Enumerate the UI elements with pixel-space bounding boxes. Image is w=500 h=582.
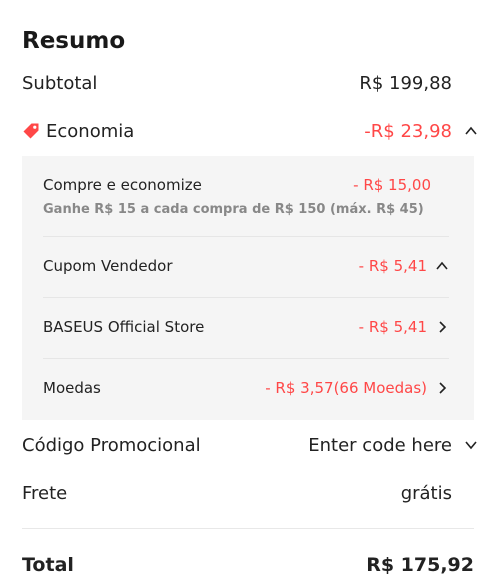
compre-economize-label: Compre e economize bbox=[43, 176, 202, 194]
total-value: R$ 175,92 bbox=[366, 554, 474, 576]
cupom-vendedor-row[interactable]: Cupom Vendedor - R$ 5,41 bbox=[43, 257, 449, 275]
store-coupon-row[interactable]: BASEUS Official Store - R$ 5,41 bbox=[43, 318, 449, 336]
cupom-vendedor-value-group: - R$ 5,41 bbox=[359, 257, 449, 275]
subtotal-label: Subtotal bbox=[22, 72, 98, 94]
moedas-label: Moedas bbox=[43, 379, 101, 397]
total-label: Total bbox=[22, 554, 74, 576]
economia-value-group: -R$ 23,98 bbox=[364, 121, 478, 142]
frete-row: Frete grátis bbox=[22, 478, 478, 508]
divider bbox=[43, 297, 449, 298]
chevron-up-icon[interactable] bbox=[435, 259, 449, 273]
summary-title: Resumo bbox=[22, 28, 126, 54]
tag-icon bbox=[22, 122, 40, 140]
frete-value: grátis bbox=[400, 482, 452, 504]
store-coupon-value: - R$ 5,41 bbox=[358, 318, 427, 336]
economia-label: Economia bbox=[46, 120, 135, 142]
subtotal-value: R$ 199,88 bbox=[359, 72, 452, 94]
promo-code-input[interactable]: Enter code here bbox=[308, 435, 452, 456]
promo-code-row[interactable]: Código Promocional Enter code here bbox=[22, 430, 478, 460]
compre-economize-value: - R$ 15,00 bbox=[353, 176, 431, 194]
moedas-value-group: - R$ 3,57(66 Moedas) bbox=[265, 379, 449, 397]
divider bbox=[22, 528, 474, 529]
divider bbox=[43, 236, 449, 237]
economia-row[interactable]: Economia -R$ 23,98 bbox=[22, 116, 478, 146]
frete-label: Frete bbox=[22, 482, 68, 504]
divider bbox=[43, 358, 449, 359]
cupom-vendedor-value: - R$ 5,41 bbox=[358, 257, 427, 275]
moedas-row[interactable]: Moedas - R$ 3,57(66 Moedas) bbox=[43, 379, 449, 397]
chevron-up-icon[interactable] bbox=[464, 124, 478, 138]
chevron-right-icon[interactable] bbox=[435, 320, 449, 334]
total-row: Total R$ 175,92 bbox=[22, 550, 478, 580]
store-coupon-label: BASEUS Official Store bbox=[43, 318, 205, 336]
economia-label-group: Economia bbox=[22, 121, 364, 142]
promo-code-label: Código Promocional bbox=[22, 434, 201, 456]
promo-code-input-group[interactable]: Enter code here bbox=[308, 435, 478, 456]
chevron-down-icon[interactable] bbox=[464, 438, 478, 452]
economia-value: -R$ 23,98 bbox=[364, 120, 452, 142]
compre-economize-row: Compre e economize - R$ 15,00 bbox=[43, 176, 449, 194]
store-coupon-value-group: - R$ 5,41 bbox=[359, 318, 449, 336]
economia-details-panel: Compre e economize - R$ 15,00 Ganhe R$ 1… bbox=[22, 156, 474, 420]
chevron-right-icon[interactable] bbox=[435, 381, 449, 395]
cupom-vendedor-label: Cupom Vendedor bbox=[43, 257, 173, 275]
moedas-value: - R$ 3,57(66 Moedas) bbox=[265, 379, 427, 397]
compre-economize-note: Ganhe R$ 15 a cada compra de R$ 150 (máx… bbox=[43, 202, 424, 217]
subtotal-row: Subtotal R$ 199,88 bbox=[22, 68, 478, 98]
